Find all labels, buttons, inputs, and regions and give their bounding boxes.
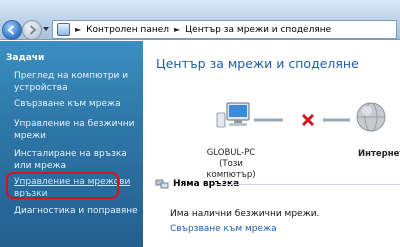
address-bar: ► Контролен панел ► Център за мрежи и сп… bbox=[0, 0, 400, 40]
section-divider bbox=[215, 184, 400, 185]
arrow-left-icon bbox=[7, 25, 15, 35]
sidebar-item-view-computers[interactable]: Преглед на компютри и устройства bbox=[14, 70, 139, 94]
back-button[interactable] bbox=[2, 20, 22, 40]
connect-to-network-link[interactable]: Свързване към мрежа bbox=[170, 224, 277, 234]
sidebar-item-manage-wireless[interactable]: Управление на безжични мрежи bbox=[14, 118, 139, 142]
sidebar-item-connect-network[interactable]: Свързване към мрежа bbox=[14, 98, 139, 110]
tasks-heading: Задачи bbox=[6, 53, 45, 63]
main-pane: Център за мрежи и споделяне GLOBUL-PC (Т… bbox=[143, 41, 400, 247]
control-panel-icon bbox=[57, 23, 70, 36]
computer-icon[interactable] bbox=[216, 102, 250, 128]
sidebar-item-diagnose[interactable]: Диагностика и поправяне bbox=[14, 205, 139, 217]
computer-name: GLOBUL-PC bbox=[206, 148, 256, 158]
internet-label: Интернет bbox=[358, 149, 400, 159]
computer-label: GLOBUL-PC (Този компютър) bbox=[196, 148, 266, 181]
history-dropdown-icon[interactable] bbox=[43, 27, 49, 31]
status-text: Има налични безжични мрежи. bbox=[170, 209, 320, 219]
chevron-right-icon[interactable]: ► bbox=[75, 25, 81, 34]
page-title: Център за мрежи и споделяне bbox=[156, 56, 359, 71]
breadcrumb-network-center[interactable]: Център за мрежи и споделяне bbox=[185, 25, 331, 35]
forward-button[interactable] bbox=[22, 20, 42, 40]
network-icon bbox=[155, 179, 169, 189]
arrow-right-icon bbox=[29, 25, 37, 35]
sidebar-item-setup-connection[interactable]: Инсталиране на връзка или мрежа bbox=[14, 148, 139, 172]
globe-icon[interactable] bbox=[356, 102, 386, 132]
highlight-annotation bbox=[6, 172, 119, 199]
chevron-right-icon[interactable]: ► bbox=[174, 25, 180, 34]
address-field[interactable]: ► Контролен панел ► Център за мрежи и сп… bbox=[52, 20, 397, 39]
task-pane: Задачи Преглед на компютри и устройства … bbox=[0, 41, 143, 247]
no-connection-x-icon bbox=[301, 113, 315, 127]
breadcrumb-control-panel[interactable]: Контролен панел bbox=[86, 25, 169, 35]
